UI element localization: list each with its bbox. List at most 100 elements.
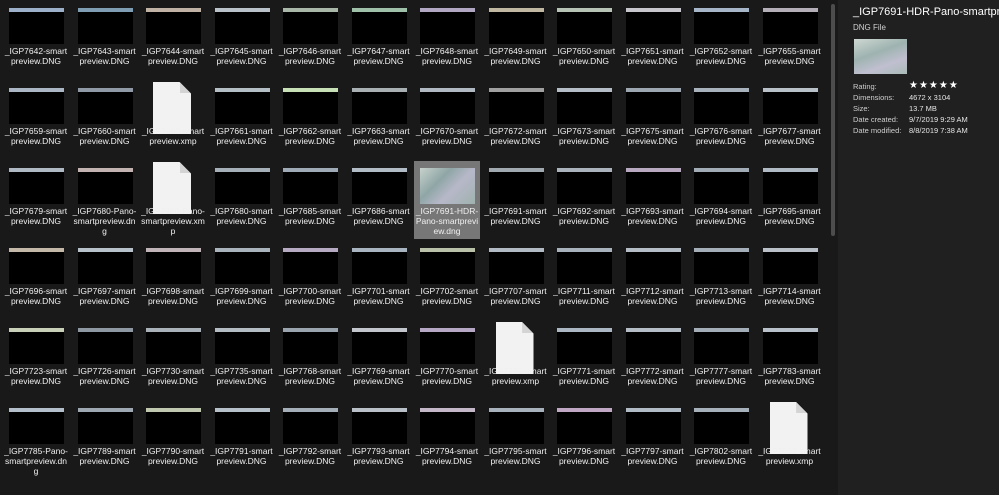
file-tile[interactable]: _IGP7696-smartpreview.DNG [3,241,69,319]
file-tile[interactable]: _IGP7651-smartpreview.DNG [620,1,686,79]
file-tile[interactable]: _IGP7770-smartpreview.xmp [483,321,549,399]
file-tile[interactable]: _IGP7790-smartpreview.DNG [140,401,206,479]
file-tile[interactable]: _IGP7686-smartpreview.DNG [346,161,412,239]
file-tile[interactable]: _IGP7697-smartpreview.DNG [72,241,138,319]
file-tile[interactable]: _IGP7649-smartpreview.DNG [483,1,549,79]
image-thumbnail [625,168,681,204]
file-tile[interactable]: _IGP7730-smartpreview.DNG [140,321,206,399]
file-tile[interactable]: _IGP7644-smartpreview.DNG [140,1,206,79]
file-name: _IGP7785-Pano-smartpreview.dng [4,446,68,476]
file-tile[interactable]: _IGP7652-smartpreview.DNG [688,1,754,79]
file-tile[interactable]: _IGP7675-smartpreview.DNG [620,81,686,159]
file-tile[interactable]: _IGP7677-smartpreview.DNG [757,81,823,159]
image-thumbnail [557,408,612,444]
image-thumbnail [351,408,407,444]
file-tile[interactable]: _IGP7700-smartpreview.DNG [277,241,343,319]
file-tile[interactable]: _IGP7659-smartpreview.DNG [3,81,69,159]
file-tile[interactable]: _IGP7797-smartpreview.DNG [620,401,686,479]
file-tile[interactable]: _IGP7642-smartpreview.DNG [3,1,69,79]
image-thumbnail [762,8,818,44]
image-thumbnail [762,248,818,284]
thumbnail-strip [77,8,133,12]
file-tile[interactable]: _IGP7796-smartpreview.DNG [551,401,617,479]
file-tile[interactable]: _IGP7711-smartpreview.DNG [551,241,617,319]
image-thumbnail [214,328,270,364]
file-tile[interactable]: _IGP7648-smartpreview.DNG [414,1,480,79]
file-tile[interactable]: _IGP7662-smartpreview.DNG [277,81,343,159]
file-name: _IGP7650-smartpreview.DNG [552,46,616,66]
file-tile[interactable]: _IGP7645-smartpreview.DNG [209,1,275,79]
file-tile[interactable]: _IGP7789-smartpreview.DNG [72,401,138,479]
file-tile[interactable]: _IGP7691-HDR-Pano-smartpreview.dng [414,161,480,239]
file-tile[interactable]: _IGP7680-smartpreview.DNG [209,161,275,239]
thumbnail-strip [283,248,338,252]
file-tile[interactable]: _IGP7726-smartpreview.DNG [72,321,138,399]
file-tile[interactable]: _IGP7660-smartpreview.DNG [72,81,138,159]
file-tile[interactable]: _IGP7693-smartpreview.DNG [620,161,686,239]
file-tile[interactable]: _IGP7777-smartpreview.DNG [688,321,754,399]
file-tile[interactable]: _IGP7692-smartpreview.DNG [551,161,617,239]
file-tile[interactable]: _IGP7802-smartpreview.xmp [757,401,823,479]
file-tile[interactable]: _IGP7660-smartpreview.xmp [140,81,206,159]
file-name: _IGP7790-smartpreview.DNG [141,446,205,466]
file-tile[interactable]: _IGP7650-smartpreview.DNG [551,1,617,79]
file-tile[interactable]: _IGP7694-smartpreview.DNG [688,161,754,239]
file-tile[interactable]: _IGP7676-smartpreview.DNG [688,81,754,159]
file-tile[interactable]: _IGP7643-smartpreview.DNG [72,1,138,79]
file-name: _IGP7794-smartpreview.DNG [415,446,479,466]
file-tile[interactable]: _IGP7714-smartpreview.DNG [757,241,823,319]
file-tile[interactable]: _IGP7699-smartpreview.DNG [209,241,275,319]
file-name: _IGP7793-smartpreview.DNG [347,446,410,466]
file-tile[interactable]: _IGP7770-smartpreview.DNG [414,321,480,399]
file-name: _IGP7769-smartpreview.DNG [347,366,410,386]
file-tile[interactable]: _IGP7791-smartpreview.DNG [209,401,275,479]
file-tile[interactable]: _IGP7702-smartpreview.DNG [414,241,480,319]
file-tile[interactable]: _IGP7712-smartpreview.DNG [620,241,686,319]
file-name: _IGP7770-smartpreview.DNG [415,366,479,386]
file-tile[interactable]: _IGP7735-smartpreview.DNG [209,321,275,399]
thumbnail-strip [694,328,749,332]
file-tile[interactable]: _IGP7713-smartpreview.DNG [688,241,754,319]
file-tile[interactable]: _IGP7783-smartpreview.DNG [757,321,823,399]
file-tile[interactable]: _IGP7771-smartpreview.DNG [551,321,617,399]
file-tile[interactable]: _IGP7685-smartpreview.DNG [277,161,343,239]
file-name: _IGP7726-smartpreview.DNG [73,366,136,386]
file-tile[interactable]: _IGP7701-smartpreview.DNG [346,241,412,319]
file-tile[interactable]: _IGP7655-smartpreview.DNG [757,1,823,79]
thumbnail-strip [351,168,407,172]
file-tile[interactable]: _IGP7647-smartpreview.DNG [346,1,412,79]
file-tile[interactable]: _IGP7802-smartpreview.DNG [688,401,754,479]
file-tile[interactable]: _IGP7698-smartpreview.DNG [140,241,206,319]
file-tile[interactable]: _IGP7679-smartpreview.DNG [3,161,69,239]
file-tile[interactable]: _IGP7663-smartpreview.DNG [346,81,412,159]
file-name: _IGP7686-smartpreview.DNG [347,206,410,226]
file-tile[interactable]: _IGP7769-smartpreview.DNG [346,321,412,399]
file-name: _IGP7677-smartpreview.DNG [758,126,821,146]
file-tile[interactable]: _IGP7707-smartpreview.DNG [483,241,549,319]
file-tile[interactable]: _IGP7661-smartpreview.DNG [209,81,275,159]
file-tile[interactable]: _IGP7673-smartpreview.DNG [551,81,617,159]
file-tile[interactable]: _IGP7723-smartpreview.DNG [3,321,69,399]
file-tile[interactable]: _IGP7794-smartpreview.DNG [414,401,480,479]
image-thumbnail [146,328,201,364]
file-tile[interactable]: _IGP7672-smartpreview.DNG [483,81,549,159]
file-name: _IGP7768-smartpreview.DNG [278,366,342,386]
file-tile[interactable]: _IGP7691-smartpreview.DNG [483,161,549,239]
file-tile[interactable]: _IGP7680-Pano-smartpreview.dng [72,161,138,239]
file-tile[interactable]: _IGP7680-Pano-smartpreview.xmp [140,161,206,239]
image-thumbnail [694,88,749,124]
file-name: _IGP7702-smartpreview.DNG [415,286,479,306]
file-tile[interactable]: _IGP7768-smartpreview.DNG [277,321,343,399]
file-tile[interactable]: _IGP7785-Pano-smartpreview.dng [3,401,69,479]
file-tile[interactable]: _IGP7772-smartpreview.DNG [620,321,686,399]
file-name: _IGP7661-smartpreview.DNG [210,126,273,146]
file-name: _IGP7685-smartpreview.DNG [278,206,342,226]
file-tile[interactable]: _IGP7795-smartpreview.DNG [483,401,549,479]
scrollbar-thumb[interactable] [831,4,835,236]
rating-stars[interactable]: ★★★★★ [909,80,959,91]
file-tile[interactable]: _IGP7792-smartpreview.DNG [277,401,343,479]
file-tile[interactable]: _IGP7646-smartpreview.DNG [277,1,343,79]
file-tile[interactable]: _IGP7793-smartpreview.DNG [346,401,412,479]
file-tile[interactable]: _IGP7695-smartpreview.DNG [757,161,823,239]
file-tile[interactable]: _IGP7670-smartpreview.DNG [414,81,480,159]
